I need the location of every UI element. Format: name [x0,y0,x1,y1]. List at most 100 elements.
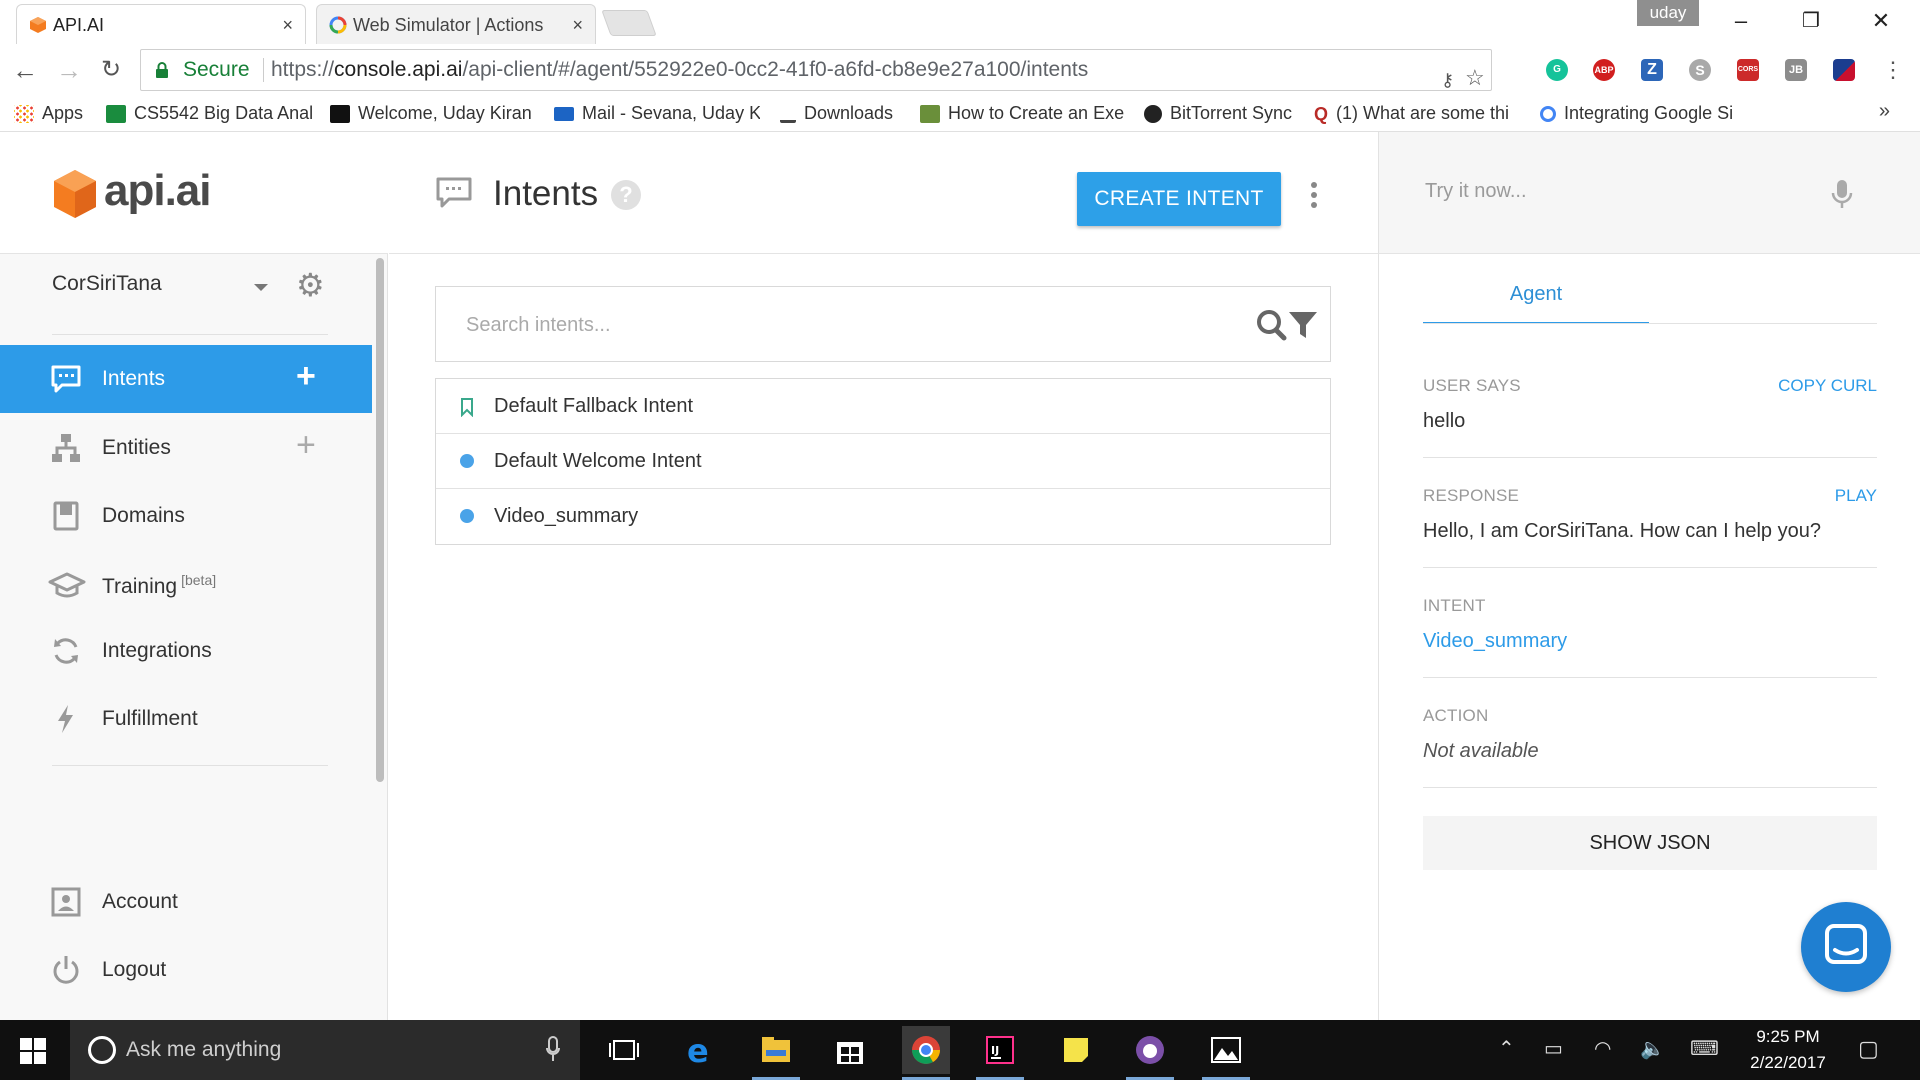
agent-name[interactable]: CorSiriTana [52,272,162,296]
intent-dot-icon [460,509,474,523]
bookmark-label: Mail - Sevana, Uday K [582,103,760,123]
microphone-icon[interactable] [1831,178,1853,210]
skype-icon[interactable]: S [1689,59,1711,81]
intent-name[interactable]: Default Fallback Intent [494,395,693,418]
account-icon [51,887,81,917]
list-item[interactable]: Video_summary [436,489,1330,544]
cortana-search[interactable]: Ask me anything [70,1020,580,1080]
intellij-icon[interactable]: IJ [976,1026,1024,1080]
filter-icon[interactable] [1288,309,1318,341]
key-icon[interactable]: ⚷ [1441,60,1454,100]
address-bar[interactable]: Secure https://console.api.ai/api-client… [140,49,1492,91]
cors-icon[interactable]: CORS [1737,59,1759,81]
wifi-icon[interactable]: ◠ [1594,1036,1611,1061]
beta-badge: [beta] [181,572,217,588]
logo-wordmark[interactable]: api.ai [104,166,211,216]
chat-launcher-button[interactable] [1801,902,1891,992]
more-options-icon[interactable] [1309,182,1319,212]
tab-web-simulator[interactable]: Web Simulator | Actions × [316,4,596,44]
intent-name[interactable]: Video_summary [494,505,638,528]
sidebar-scrollbar[interactable] [376,258,384,782]
tab-agent[interactable]: Agent [1423,282,1649,324]
entities-icon [52,434,80,462]
chrome-menu-icon[interactable]: ⋮ [1876,54,1910,88]
maximize-icon[interactable]: ❐ [1776,0,1846,44]
close-window-icon[interactable]: ✕ [1846,0,1916,44]
bookmark-cs5542[interactable]: CS5542 Big Data Anal [106,98,312,132]
forward-arrow-icon[interactable]: → [52,54,86,88]
adblock-plus-icon[interactable]: ABP [1593,59,1615,81]
minimize-icon[interactable]: – [1706,0,1776,44]
sidebar-item-domains[interactable]: Domains [0,482,372,550]
add-intent-icon[interactable]: + [296,357,316,396]
chrome-taskbar-icon[interactable] [902,1026,950,1080]
microphone-icon[interactable] [546,1036,560,1062]
profile-badge[interactable]: uday [1637,0,1699,26]
file-explorer-icon[interactable] [752,1026,800,1080]
bookmark-downloads[interactable]: Downloads [780,98,904,132]
gear-icon[interactable]: ⚙ [296,266,325,304]
back-arrow-icon[interactable]: ← [8,54,42,88]
system-clock[interactable]: 9:25 PM 2/22/2017 [1740,1024,1836,1076]
sidebar-item-account[interactable]: Account [0,868,372,936]
zotero-icon[interactable]: Z [1641,59,1663,81]
add-entity-icon[interactable]: + [296,426,316,465]
sidebar-item-intents[interactable]: Intents + [0,345,372,413]
sidebar-item-integrations[interactable]: Integrations [0,617,372,685]
jetbrains-icon[interactable]: JB [1785,59,1807,81]
sidebar-item-logout[interactable]: Logout [0,936,372,1004]
task-view-icon[interactable] [600,1026,648,1074]
windows-start-icon[interactable] [20,1038,46,1064]
volume-muted-icon[interactable]: 🔈 [1640,1036,1665,1061]
bookmark-welcome[interactable]: Welcome, Uday Kiran [330,98,532,132]
api-ai-logo-icon[interactable] [52,168,98,220]
tab-close-icon[interactable]: × [572,5,583,45]
bookmark-apps[interactable]: Apps [14,98,94,132]
action-label: ACTION [1423,706,1489,725]
photos-icon[interactable] [1202,1026,1250,1080]
help-icon[interactable]: ? [611,180,641,210]
matched-intent-link[interactable]: Video_summary [1423,630,1567,653]
show-json-button[interactable]: SHOW JSON [1423,816,1877,870]
bookmark-mail[interactable]: Mail - Sevana, Uday K [554,98,760,132]
api-ai-console: api.ai CorSiriTana ⚙ Intents + Entities [0,132,1920,1020]
github-desktop-icon[interactable] [1126,1026,1174,1080]
create-intent-button[interactable]: CREATE INTENT [1077,172,1281,226]
mail-icon [554,107,574,122]
bookmarks-overflow-icon[interactable]: » [1879,100,1890,123]
sidebar-item-entities[interactable]: Entities + [0,414,372,482]
sidebar-item-label: Account [102,890,178,913]
tab-close-icon[interactable]: × [282,5,293,45]
sticky-notes-icon[interactable] [1052,1026,1100,1074]
bookmark-star-icon[interactable]: ☆ [1465,58,1485,98]
keyboard-icon[interactable]: ⌨ [1690,1036,1719,1061]
play-link[interactable]: PLAY [1835,486,1877,506]
try-it-now-input[interactable] [1425,174,1785,208]
action-center-icon[interactable]: ▢ [1858,1036,1879,1062]
chevron-up-icon[interactable]: ⌃ [1498,1036,1515,1061]
copy-curl-link[interactable]: COPY CURL [1778,376,1877,396]
bookmark-bittorrent[interactable]: BitTorrent Sync [1144,98,1300,132]
sidebar-item-fulfillment[interactable]: Fulfillment [0,685,372,753]
intent-name[interactable]: Default Welcome Intent [494,450,702,473]
list-item[interactable]: Default Fallback Intent [436,379,1330,434]
bookmark-quora[interactable]: Q (1) What are some thi [1314,98,1522,132]
flag-icon[interactable] [1833,59,1855,81]
sidebar-item-label: Domains [102,504,185,527]
intent-dot-icon [460,454,474,468]
tab-api-ai[interactable]: API.AI × [16,4,306,44]
store-icon[interactable] [826,1026,874,1074]
sidebar-item-training[interactable]: Training [beta] [0,550,372,618]
battery-icon[interactable]: ▭ [1544,1036,1563,1061]
sidebar: api.ai CorSiriTana ⚙ Intents + Entities [0,132,388,1020]
grammarly-icon[interactable]: G [1546,59,1568,81]
new-tab-button[interactable] [601,10,657,36]
url-text[interactable]: https://console.api.ai/api-client/#/agen… [271,50,1088,90]
bookmark-how-to-create[interactable]: How to Create an Exe [920,98,1124,132]
reload-icon[interactable]: ↻ [94,54,128,88]
edge-icon[interactable]: e [676,1026,724,1074]
list-item[interactable]: Default Welcome Intent [436,434,1330,489]
search-input[interactable] [466,309,1226,341]
chevron-down-icon[interactable] [254,284,268,291]
bookmark-integrating-google[interactable]: Integrating Google Si [1540,98,1746,132]
